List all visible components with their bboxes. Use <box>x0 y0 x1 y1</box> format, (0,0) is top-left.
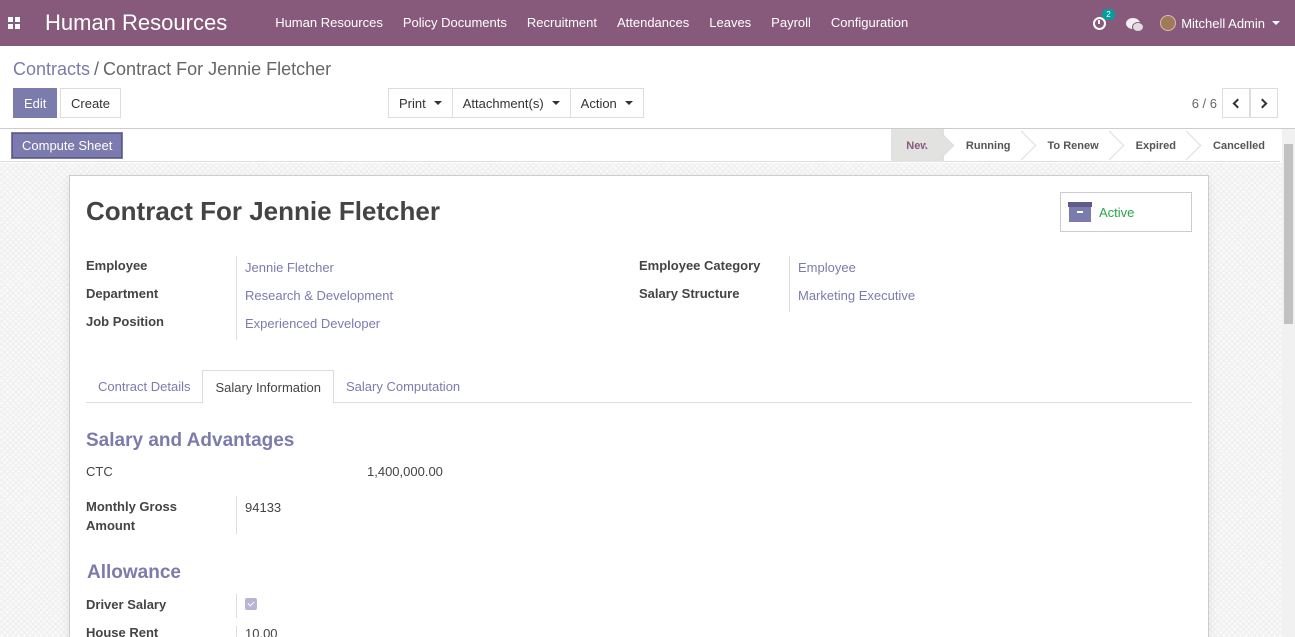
form-sheet: Contract For Jennie Fletcher Active Empl… <box>69 175 1209 637</box>
driver-salary-checkbox[interactable] <box>245 598 257 610</box>
house-rent-value: 10.00 <box>236 626 278 637</box>
field-employee-category: Employee Category Employee <box>639 256 915 284</box>
stage-expired[interactable]: Expired <box>1114 129 1191 162</box>
menu-item-attendances[interactable]: Attendances <box>607 0 699 46</box>
main-menu: Human Resources Policy Documents Recruit… <box>265 0 918 46</box>
right-field-group: Employee Category Employee Salary Struct… <box>639 256 915 312</box>
print-label: Print <box>399 95 426 111</box>
field-label: Job Position <box>86 314 164 329</box>
chevron-down-icon <box>1272 21 1280 25</box>
department-link[interactable]: Research & Development <box>236 284 393 312</box>
pager-next-button[interactable] <box>1250 88 1278 118</box>
tab-contract-details[interactable]: Contract Details <box>86 370 202 403</box>
print-dropdown[interactable]: Print <box>388 88 452 118</box>
caret-down-icon <box>551 101 560 105</box>
archive-icon <box>1068 202 1092 222</box>
breadcrumb-current: Contract For Jennie Fletcher <box>103 59 332 79</box>
action-dropdown[interactable]: Action <box>569 88 644 118</box>
pager-value[interactable]: 6 / 6 <box>1192 96 1217 111</box>
driver-salary-field <box>236 594 257 618</box>
attachments-dropdown[interactable]: Attachment(s) <box>451 88 570 118</box>
field-label: Employee Category <box>639 258 761 273</box>
caret-down-icon <box>433 101 442 105</box>
app-brand[interactable]: Human Resources <box>45 10 227 36</box>
menu-item-human-resources[interactable]: Human Resources <box>265 0 393 46</box>
active-label: Active <box>1099 204 1135 220</box>
sidebar-dropdowns: Print Attachment(s) Action <box>388 88 644 118</box>
control-panel: Contracts / Contract For Jennie Fletcher E… <box>0 46 1295 129</box>
field-department: Department Research & Development <box>86 284 393 312</box>
house-rent-label: House Rent <box>86 625 159 637</box>
user-menu[interactable]: Mitchell Admin <box>1160 15 1280 31</box>
activity-button[interactable]: 2 <box>1082 8 1116 30</box>
pager-previous-button[interactable] <box>1222 88 1250 118</box>
field-employee: Employee Jennie Fletcher <box>86 256 393 284</box>
stage-pipeline: New Running To Renew Expired Cancelled <box>891 129 1280 162</box>
ctc-label: CTC <box>86 464 113 479</box>
monthly-gross-label: Monthly Gross Amount <box>86 499 178 533</box>
user-name: Mitchell Admin <box>1181 15 1265 31</box>
activity-count-badge: 2 <box>1102 8 1115 20</box>
field-label: Department <box>86 286 159 301</box>
job-position-link[interactable]: Experienced Developer <box>236 312 380 340</box>
driver-salary-label: Driver Salary <box>86 597 167 612</box>
chevron-right-icon <box>1257 98 1268 108</box>
edit-button[interactable]: Edit <box>13 88 58 118</box>
menu-item-payroll[interactable]: Payroll <box>761 0 821 46</box>
pager: 6 / 6 <box>1192 88 1278 118</box>
chevron-left-icon <box>1232 98 1243 108</box>
stage-new[interactable]: New <box>891 129 944 162</box>
field-label: Salary Structure <box>639 286 740 301</box>
ctc-value: 1,400,000.00 <box>367 464 443 479</box>
breadcrumb: Contracts / Contract For Jennie Fletcher <box>13 59 331 80</box>
salary-section-title: Salary and Advantages <box>86 430 295 451</box>
salary-structure-link[interactable]: Marketing Executive <box>789 284 915 312</box>
scrollbar-thumb[interactable] <box>1284 144 1293 324</box>
form-background: Contract For Jennie Fletcher Active Empl… <box>0 163 1282 637</box>
menu-item-recruitment[interactable]: Recruitment <box>517 0 607 46</box>
attachments-label: Attachment(s) <box>462 95 544 111</box>
employee-category-link[interactable]: Employee <box>789 256 856 284</box>
active-toggle-button[interactable]: Active <box>1060 192 1192 232</box>
form-statusbar: Compute Sheet New Running To Renew Expir… <box>0 129 1280 162</box>
stage-cancelled[interactable]: Cancelled <box>1191 129 1280 162</box>
allowance-section-title: Allowance <box>87 562 181 583</box>
top-navbar: Human Resources Human Resources Policy D… <box>0 0 1295 46</box>
stage-to-renew[interactable]: To Renew <box>1026 129 1114 162</box>
menu-item-policy-documents[interactable]: Policy Documents <box>393 0 517 46</box>
create-button[interactable]: Create <box>60 88 122 118</box>
tab-salary-information[interactable]: Salary Information <box>202 370 334 404</box>
caret-down-icon <box>624 101 633 105</box>
breadcrumb-contracts-link[interactable]: Contracts <box>13 59 90 79</box>
field-job-position: Job Position Experienced Developer <box>86 312 393 340</box>
stage-running[interactable]: Running <box>944 129 1026 162</box>
chat-icon[interactable] <box>1126 17 1145 32</box>
vertical-scrollbar[interactable] <box>1282 129 1295 637</box>
notebook-tabs: Contract Details Salary Information Sala… <box>86 370 1192 404</box>
apps-menu-icon[interactable] <box>0 0 28 46</box>
action-label: Action <box>580 95 617 111</box>
breadcrumb-separator: / <box>94 59 100 79</box>
navbar-systray: 2 Mitchell Admin <box>1082 0 1295 46</box>
left-field-group: Employee Jennie Fletcher Department Rese… <box>86 256 393 340</box>
compute-sheet-button[interactable]: Compute Sheet <box>11 132 124 159</box>
contract-title: Contract For Jennie Fletcher <box>86 196 440 226</box>
tab-salary-computation[interactable]: Salary Computation <box>334 370 472 403</box>
menu-item-configuration[interactable]: Configuration <box>821 0 918 46</box>
field-salary-structure: Salary Structure Marketing Executive <box>639 284 915 312</box>
employee-link[interactable]: Jennie Fletcher <box>236 256 334 284</box>
menu-item-leaves[interactable]: Leaves <box>699 0 761 46</box>
field-label: Employee <box>86 258 148 273</box>
monthly-gross-value: 94133 <box>236 496 281 534</box>
avatar <box>1160 15 1177 31</box>
